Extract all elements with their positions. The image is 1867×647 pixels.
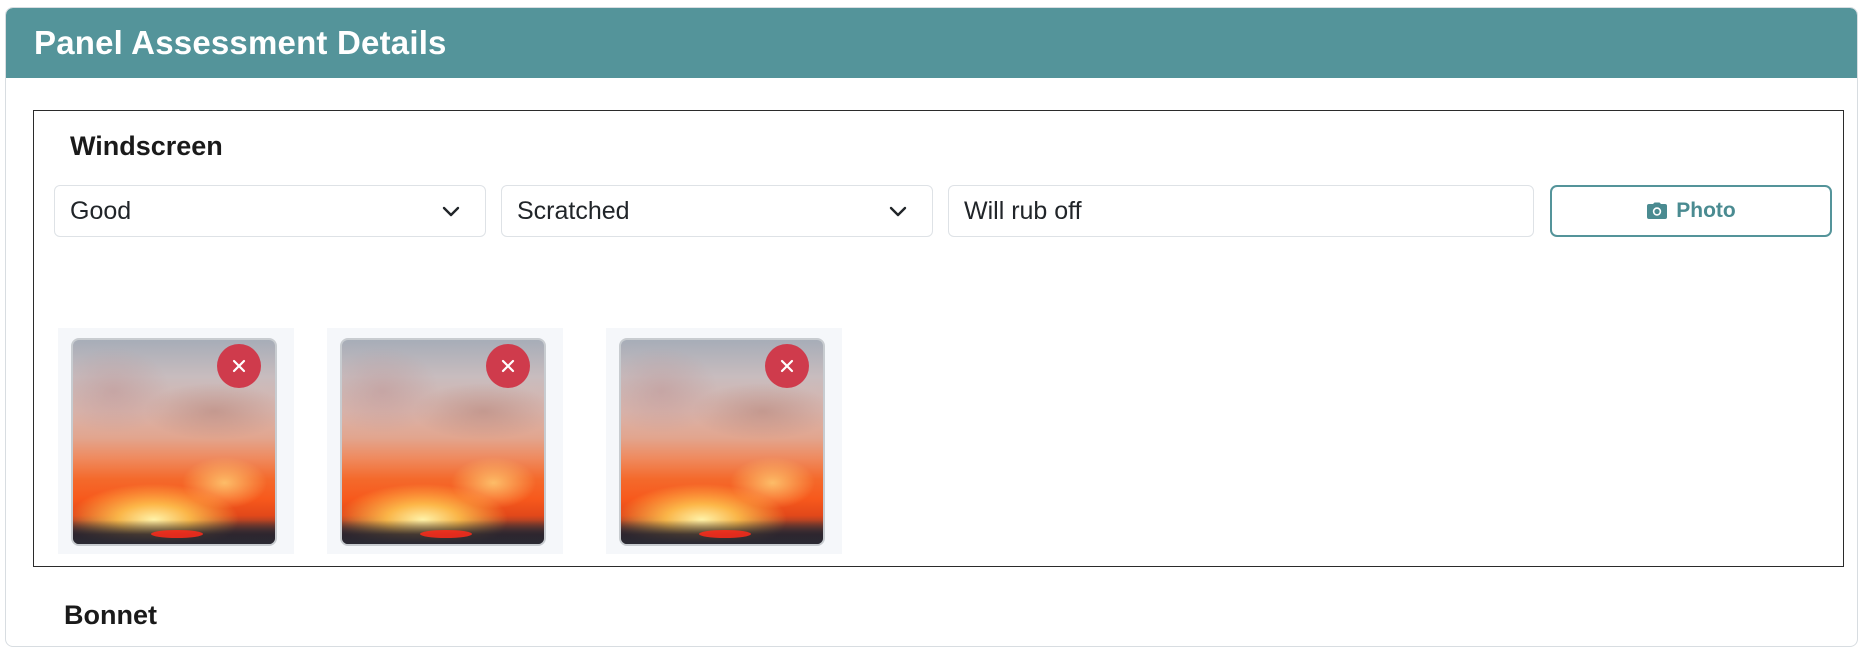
remove-photo-button[interactable]	[217, 344, 261, 388]
condition-select-value: Good	[70, 197, 132, 225]
panel-section-windscreen: Windscreen Good Scratched Photo	[33, 110, 1844, 567]
remove-photo-button[interactable]	[486, 344, 530, 388]
photo-button-label: Photo	[1676, 199, 1736, 222]
condition-select[interactable]: Good	[54, 185, 486, 237]
note-input[interactable]	[948, 185, 1534, 237]
photo-thumbnail	[327, 328, 563, 554]
damage-select-value: Scratched	[517, 197, 630, 225]
panel-assessment-card: Panel Assessment Details Windscreen Good…	[5, 7, 1858, 647]
page-title: Panel Assessment Details	[34, 24, 447, 61]
remove-photo-button[interactable]	[765, 344, 809, 388]
camera-icon	[1647, 202, 1668, 219]
chevron-down-icon	[889, 206, 907, 217]
close-icon	[780, 359, 794, 373]
chevron-down-icon	[442, 206, 460, 217]
close-icon	[232, 359, 246, 373]
photo-thumbnail	[58, 328, 294, 554]
photo-thumbnail	[606, 328, 842, 554]
damage-select[interactable]: Scratched	[501, 185, 933, 237]
close-icon	[501, 359, 515, 373]
panel-title-bonnet: Bonnet	[64, 600, 157, 630]
photo-button[interactable]: Photo	[1550, 185, 1832, 237]
card-header: Panel Assessment Details	[6, 8, 1857, 78]
panel-title: Windscreen	[70, 131, 223, 161]
